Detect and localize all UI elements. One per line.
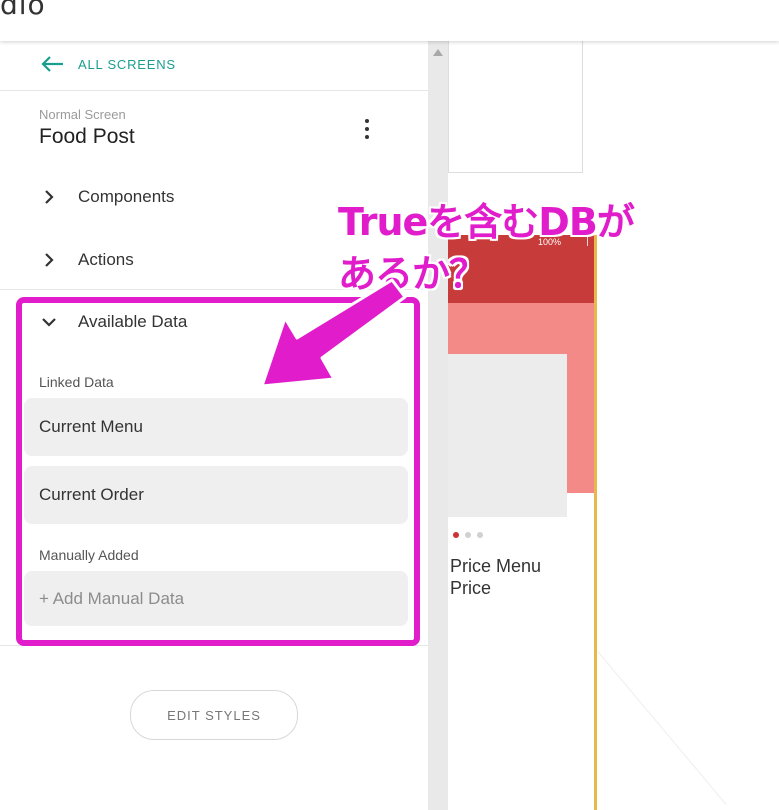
linked-data-item[interactable]: Current Menu bbox=[24, 398, 408, 456]
section-actions-label: Actions bbox=[78, 250, 134, 269]
screen-preview-canvas[interactable]: 100% | Price Menu Price bbox=[448, 41, 779, 810]
chevron-right-icon bbox=[45, 253, 54, 267]
add-manual-data-button[interactable]: + Add Manual Data bbox=[24, 571, 408, 626]
divider bbox=[0, 90, 428, 91]
linked-data-label: Linked Data bbox=[39, 374, 114, 390]
edit-styles-button[interactable]: EDIT STYLES bbox=[130, 690, 298, 740]
screen-panel: ALL SCREENS Normal Screen Food Post Comp… bbox=[0, 41, 428, 810]
carousel-dots bbox=[453, 532, 483, 538]
annotation-text: Trueを含むDBが あるか？ bbox=[338, 200, 635, 296]
phone-frame-edge bbox=[594, 235, 597, 810]
section-actions[interactable]: Actions bbox=[40, 250, 134, 270]
all-screens-label: ALL SCREENS bbox=[78, 56, 176, 72]
preview-image-card bbox=[448, 354, 567, 517]
section-available-data[interactable]: Available Data bbox=[40, 312, 187, 332]
all-screens-link[interactable]: ALL SCREENS bbox=[40, 55, 176, 73]
scroll-up-icon[interactable] bbox=[433, 49, 443, 56]
top-bar: dio bbox=[0, 0, 779, 41]
manually-added-label: Manually Added bbox=[39, 547, 139, 563]
app-logo: dio bbox=[0, 0, 46, 21]
more-vert-icon[interactable] bbox=[358, 117, 376, 141]
preview-card bbox=[448, 41, 583, 173]
carousel-dot-active bbox=[453, 532, 459, 538]
screen-name-title: Food Post bbox=[39, 125, 135, 148]
chevron-right-icon bbox=[45, 190, 54, 204]
guide-line bbox=[597, 651, 727, 805]
panel-scrollbar[interactable] bbox=[428, 41, 448, 810]
chevron-down-icon bbox=[42, 318, 56, 327]
section-components[interactable]: Components bbox=[40, 187, 174, 207]
carousel-dot bbox=[477, 532, 483, 538]
linked-data-item[interactable]: Current Order bbox=[24, 466, 408, 524]
carousel-dot bbox=[465, 532, 471, 538]
divider bbox=[0, 645, 428, 646]
section-components-label: Components bbox=[78, 187, 175, 206]
preview-title: Price Menu Price bbox=[450, 556, 542, 598]
back-arrow-icon bbox=[41, 56, 63, 72]
screen-type-label: Normal Screen bbox=[39, 107, 126, 122]
section-available-data-label: Available Data bbox=[78, 312, 188, 331]
